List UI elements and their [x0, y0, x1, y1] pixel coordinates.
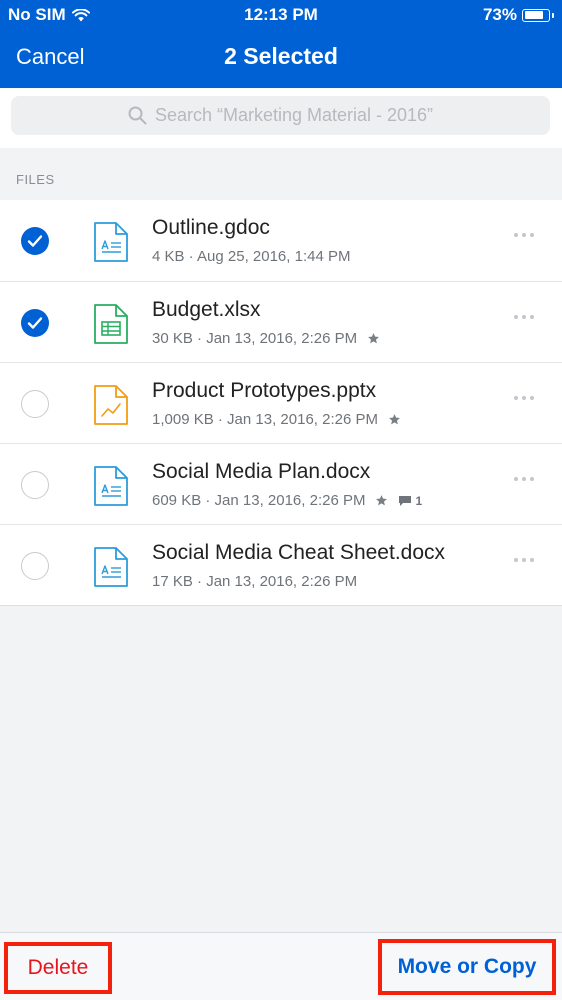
search-icon [128, 106, 147, 125]
file-meta: 30 KB · Jan 13, 2016, 2:26 PM [152, 330, 380, 347]
battery-indicator: 73% [483, 5, 554, 25]
file-row[interactable]: Social Media Plan.docx 609 KB · Jan 13, … [0, 443, 562, 524]
file-name: Outline.gdoc [152, 216, 270, 239]
file-details: 17 KB · Jan 13, 2016, 2:26 PM [152, 573, 358, 590]
star-icon [368, 333, 380, 344]
checkbox-unchecked[interactable] [21, 390, 49, 418]
checkbox-unchecked[interactable] [21, 471, 49, 499]
document-file-icon [93, 547, 129, 587]
battery-tip [552, 12, 554, 18]
more-options-icon[interactable] [514, 558, 534, 562]
document-file-icon [93, 466, 129, 506]
more-options-icon[interactable] [514, 315, 534, 319]
battery-percent: 73% [482, 5, 517, 24]
section-label-files: FILES [16, 172, 55, 187]
search-input[interactable]: Search “Marketing Material - 2016” [11, 96, 550, 135]
search-placeholder: Search “Marketing Material - 2016” [154, 105, 434, 125]
more-options-icon[interactable] [514, 233, 534, 237]
file-details: 4 KB · Aug 25, 2016, 1:44 PM [152, 248, 351, 265]
file-details: 1,009 KB · Jan 13, 2016, 2:26 PM [152, 411, 378, 428]
file-details: 609 KB · Jan 13, 2016, 2:26 PM [152, 492, 366, 509]
delete-button[interactable]: Delete [4, 942, 112, 994]
page-title: 2 Selected [224, 43, 338, 69]
nav-bar: Cancel 2 Selected [0, 36, 562, 80]
more-options-icon[interactable] [514, 477, 534, 481]
file-row[interactable]: Budget.xlsx 30 KB · Jan 13, 2016, 2:26 P… [0, 281, 562, 362]
star-icon [376, 495, 388, 506]
file-meta: 4 KB · Aug 25, 2016, 1:44 PM [152, 248, 350, 265]
file-meta: 17 KB · Jan 13, 2016, 2:26 PM [152, 573, 357, 590]
file-row[interactable]: Outline.gdoc 4 KB · Aug 25, 2016, 1:44 P… [0, 200, 562, 281]
file-row[interactable]: Social Media Cheat Sheet.docx 17 KB · Ja… [0, 524, 562, 605]
bottom-toolbar: Delete Move or Copy [0, 932, 562, 1000]
app-header: No SIM 12:13 PM 73% Cancel 2 Selected [0, 0, 562, 88]
search-area: Search “Marketing Material - 2016” [0, 88, 562, 148]
file-details: 30 KB · Jan 13, 2016, 2:26 PM [152, 330, 358, 347]
battery-icon [522, 8, 550, 22]
spreadsheet-file-icon [93, 304, 129, 344]
file-name: Social Media Plan.docx [152, 460, 371, 483]
star-icon [389, 414, 400, 425]
presentation-file-icon [93, 385, 129, 425]
checkbox-checked[interactable] [21, 309, 49, 337]
file-list: Outline.gdoc 4 KB · Aug 25, 2016, 1:44 P… [0, 200, 562, 606]
checkbox-checked[interactable] [21, 227, 49, 255]
file-row[interactable]: Product Prototypes.pptx 1,009 KB · Jan 1… [0, 362, 562, 443]
status-bar: No SIM 12:13 PM 73% [0, 0, 562, 30]
status-time: 12:13 PM [244, 5, 318, 24]
more-options-icon[interactable] [514, 396, 534, 400]
file-name: Social Media Cheat Sheet.docx [152, 541, 446, 564]
file-meta: 1,009 KB · Jan 13, 2016, 2:26 PM [152, 411, 401, 428]
file-meta: 609 KB · Jan 13, 2016, 2:26 PM 1 [152, 492, 422, 509]
checkbox-unchecked[interactable] [21, 552, 49, 580]
file-name: Budget.xlsx [152, 298, 261, 321]
file-name: Product Prototypes.pptx [152, 379, 377, 402]
comment-count: 1 [398, 494, 422, 508]
document-file-icon [93, 222, 129, 262]
move-or-copy-button[interactable]: Move or Copy [378, 939, 556, 995]
comment-icon [399, 495, 412, 506]
